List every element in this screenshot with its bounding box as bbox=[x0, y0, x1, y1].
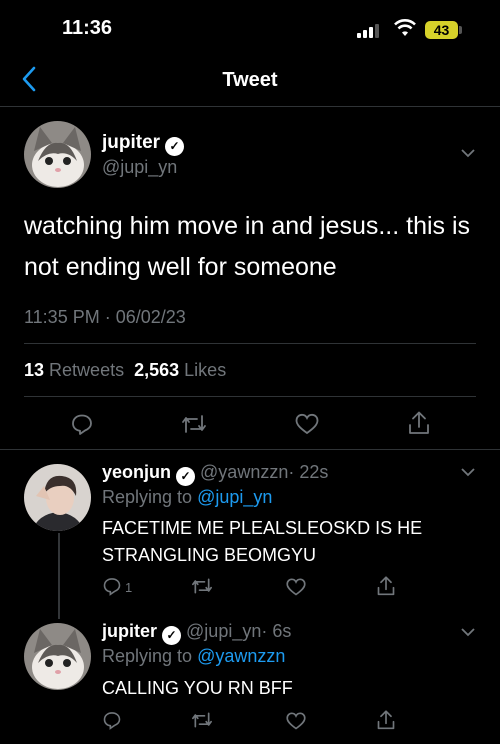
avatar[interactable] bbox=[24, 623, 91, 690]
chevron-down-icon[interactable] bbox=[461, 467, 475, 477]
tweet-stats: 13 Retweets 2,563 Likes bbox=[24, 360, 226, 381]
reply-time: · 22s bbox=[288, 462, 329, 482]
reply-author-line: yeonjun ✓ @yawnzzn· 22s bbox=[102, 462, 328, 486]
page-title: Tweet bbox=[222, 69, 278, 91]
author-name[interactable]: jupiter bbox=[102, 621, 157, 641]
divider bbox=[24, 343, 476, 344]
like-icon[interactable] bbox=[294, 412, 320, 436]
retweets-count[interactable]: 13 bbox=[24, 360, 44, 380]
thread-line bbox=[58, 533, 60, 619]
reply-text: FACETIME ME PLEALSLEOSKD IS HE STRANGLIN… bbox=[102, 518, 423, 565]
share-icon[interactable] bbox=[376, 709, 396, 731]
verified-icon: ✓ bbox=[162, 626, 182, 645]
verified-icon: ✓ bbox=[165, 137, 185, 156]
divider bbox=[24, 396, 476, 397]
wifi-icon bbox=[394, 18, 416, 38]
avatar[interactable] bbox=[24, 121, 91, 188]
avatar[interactable] bbox=[24, 464, 91, 531]
replying-to-handle[interactable]: @yawnzzn bbox=[197, 646, 285, 666]
status-time: 11:36 bbox=[62, 17, 113, 39]
author-handle[interactable]: @yawnzzn bbox=[200, 462, 288, 482]
like-icon[interactable] bbox=[285, 711, 307, 731]
replying-to-line: Replying to @jupi_yn bbox=[102, 487, 272, 508]
battery-indicator: 43 bbox=[425, 21, 458, 39]
author-name[interactable]: jupiter bbox=[102, 132, 160, 153]
replying-to-label: Replying to bbox=[102, 646, 193, 666]
divider bbox=[0, 449, 500, 450]
retweet-icon[interactable] bbox=[181, 412, 207, 436]
author-line: jupiter ✓ bbox=[102, 132, 185, 156]
author-handle[interactable]: @jupi_yn bbox=[186, 621, 261, 641]
reply-icon[interactable] bbox=[102, 576, 122, 596]
likes-label[interactable]: Likes bbox=[184, 360, 226, 380]
retweet-icon[interactable] bbox=[191, 576, 213, 596]
author-handle[interactable]: @jupi_yn bbox=[102, 157, 177, 178]
share-icon[interactable] bbox=[376, 575, 396, 597]
divider bbox=[0, 106, 500, 107]
reply-count: 1 bbox=[125, 580, 133, 595]
battery-cap bbox=[459, 26, 462, 34]
share-icon[interactable] bbox=[407, 410, 431, 436]
replying-to-line: Replying to @yawnzzn bbox=[102, 646, 285, 667]
author-name[interactable]: yeonjun bbox=[102, 462, 171, 482]
tweet-text: watching him move in and jesus... this i… bbox=[24, 212, 471, 281]
chevron-down-icon[interactable] bbox=[461, 148, 475, 158]
reply-time: · 6s bbox=[261, 621, 292, 641]
signal-icon bbox=[357, 24, 383, 38]
like-icon[interactable] bbox=[285, 577, 307, 597]
tweet-timestamp[interactable]: 11:35 PM · 06/02/23 bbox=[24, 307, 186, 328]
reply-icon[interactable] bbox=[70, 412, 94, 436]
retweet-icon[interactable] bbox=[191, 710, 213, 730]
reply-author-line: jupiter ✓ @jupi_yn· 6s bbox=[102, 621, 291, 645]
verified-icon: ✓ bbox=[176, 467, 196, 486]
reply-text: CALLING YOU RN BFF bbox=[102, 678, 293, 698]
retweets-label[interactable]: Retweets bbox=[49, 360, 124, 380]
likes-count[interactable]: 2,563 bbox=[134, 360, 179, 380]
chevron-down-icon[interactable] bbox=[461, 627, 475, 637]
replying-to-handle[interactable]: @jupi_yn bbox=[197, 487, 272, 507]
reply-icon[interactable] bbox=[102, 710, 122, 730]
replying-to-label: Replying to bbox=[102, 487, 193, 507]
